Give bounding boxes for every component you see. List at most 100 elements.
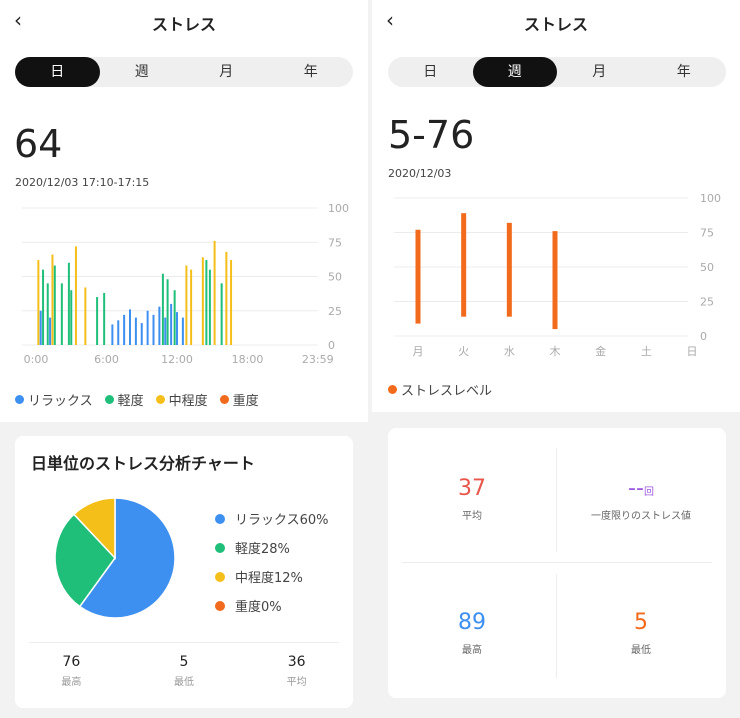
bar	[230, 260, 233, 345]
legend-label: 軽度	[117, 394, 144, 409]
tab-month[interactable]: 月	[557, 57, 642, 87]
bar	[49, 317, 52, 345]
stat-unit: 回	[643, 487, 654, 498]
stat-label: 平均	[462, 511, 482, 522]
weekly-stress-chart: 100 75 50 25 0 月 火 水 木 金 土 日	[394, 192, 721, 358]
legend-label: 中程度	[168, 394, 208, 409]
y-tick-label: 75	[328, 236, 342, 249]
x-tick-label: 水	[504, 345, 515, 358]
bar	[170, 303, 173, 345]
page-title: ストレス	[523, 15, 588, 34]
stat-avg: 36 平均	[240, 654, 353, 688]
timestamp: 2020/12/03	[388, 167, 452, 180]
legend-label: 中程度12%	[235, 571, 303, 586]
bar	[205, 260, 208, 345]
stress-range: 5-76	[388, 113, 475, 157]
x-tick-label: 23:59	[302, 353, 334, 366]
x-tick-label: 日	[687, 345, 698, 358]
bar	[84, 287, 87, 345]
x-tick-label: 土	[641, 345, 652, 358]
bar	[129, 309, 131, 345]
period-tabs: 日 週 月 年	[15, 57, 353, 87]
legend-dot	[215, 513, 225, 524]
bar	[220, 283, 223, 345]
bar	[161, 273, 164, 345]
stat-value: --	[628, 476, 644, 501]
bar	[53, 265, 56, 345]
page-title: ストレス	[151, 15, 216, 34]
chart-legend: リラックス 軽度 中程度 重度	[15, 390, 271, 409]
timestamp: 2020/12/03 17:10-17:15	[15, 176, 150, 189]
pie-chart	[54, 497, 176, 619]
x-tick-label: 金	[595, 344, 606, 358]
tab-year[interactable]: 年	[642, 57, 727, 87]
bar	[181, 317, 184, 345]
bar	[46, 283, 49, 345]
x-tick-label: 月	[413, 345, 424, 358]
legend-severe: 重度	[219, 390, 259, 409]
bar	[103, 292, 106, 345]
bar	[185, 265, 188, 345]
bar	[123, 314, 126, 345]
bar	[51, 254, 54, 345]
legend-dot	[219, 395, 229, 404]
tab-week[interactable]: 週	[472, 57, 557, 87]
legend-stress-level: ストレスレベル	[388, 380, 492, 399]
bar	[208, 269, 211, 345]
bar	[176, 312, 178, 345]
stat-value: 5	[634, 610, 648, 635]
bar	[67, 262, 70, 345]
tab-year[interactable]: 年	[269, 57, 354, 87]
tab-day[interactable]: 日	[15, 57, 100, 87]
x-tick-label: 18:00	[232, 353, 264, 366]
stat-average: 37 平均	[388, 476, 556, 522]
chart-legend: ストレスレベル	[388, 380, 504, 399]
tab-day[interactable]: 日	[388, 57, 473, 87]
legend-mild: 軽度	[104, 390, 144, 409]
stat-label: 最低	[631, 645, 651, 656]
y-tick-label: 100	[700, 192, 721, 205]
legend-label: 重度	[232, 394, 259, 409]
pie-legend-relax: リラックス60%	[215, 504, 329, 533]
legend-relax: リラックス	[15, 390, 93, 409]
legend-label: 重度0%	[235, 600, 282, 615]
stat-label: 最高	[462, 645, 482, 656]
daily-stress-chart: 100 75 50 25 0 0:00 6:00 12:00 18:00 23:59	[22, 202, 349, 366]
weekly-stress-screen: ‹ ストレス 日 週 月 年 5-76 2020/12/03 100 75 50 25…	[372, 0, 740, 718]
y-tick-label: 50	[328, 271, 342, 284]
x-tick-label: 木	[550, 345, 561, 358]
bar	[158, 306, 161, 345]
legend-dot	[388, 385, 397, 394]
header: ‹ ストレス	[0, 0, 368, 42]
bar	[37, 260, 40, 345]
bar	[96, 297, 99, 345]
y-tick-label: 50	[700, 261, 714, 274]
tab-week[interactable]: 週	[100, 57, 185, 87]
x-tick-label: 0:00	[24, 353, 49, 366]
daily-stats: 76 最高 5 最低 36 平均	[15, 654, 353, 688]
stat-label: 最低	[174, 677, 194, 688]
range-bar	[415, 229, 421, 324]
legend-dot	[155, 395, 165, 404]
y-tick-label: 0	[700, 330, 707, 343]
y-tick-label: 75	[700, 227, 714, 240]
legend-dot	[215, 600, 225, 611]
analysis-card: 日単位のストレス分析チャート リラックス60% 軽度28% 中程度12% 重度0…	[15, 436, 353, 708]
stat-max: 89 最高	[388, 610, 556, 656]
legend-dot	[215, 571, 225, 582]
x-tick-label: 12:00	[161, 353, 193, 366]
tab-month[interactable]: 月	[184, 57, 269, 87]
bar	[166, 279, 169, 345]
analysis-title: 日単位のストレス分析チャート	[31, 454, 255, 473]
bar	[117, 320, 120, 345]
range-bar	[506, 222, 512, 317]
stat-one-time-stress: --回 一度限りのストレス値	[556, 476, 726, 522]
bar	[140, 323, 143, 345]
bar	[146, 310, 149, 345]
stat-min: 5 最低	[556, 610, 726, 656]
pie-legend-mild: 軽度28%	[215, 533, 329, 562]
stat-label: 最高	[61, 677, 82, 688]
pie-legend: リラックス60% 軽度28% 中程度12% 重度0%	[215, 504, 329, 620]
bar	[134, 317, 137, 345]
y-tick-label: 25	[700, 296, 714, 309]
